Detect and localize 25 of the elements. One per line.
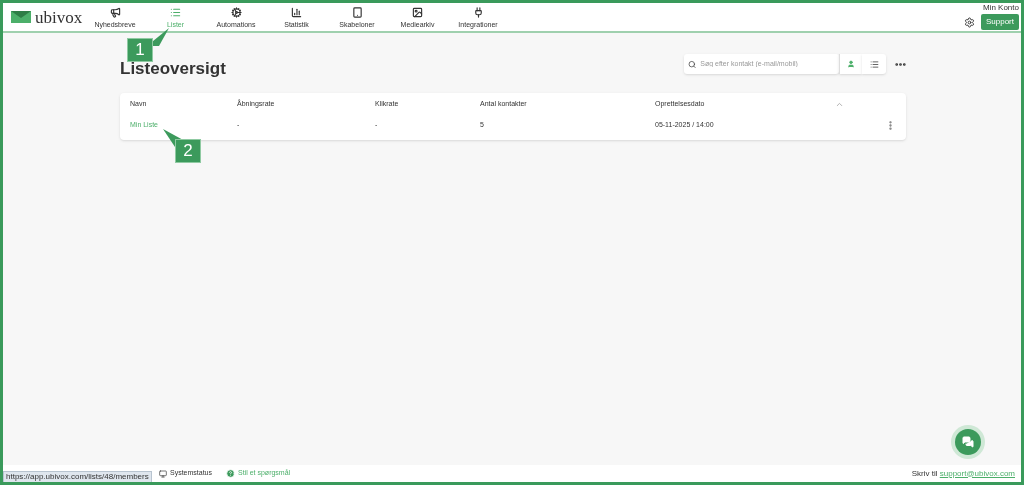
bar-chart-icon	[291, 6, 302, 18]
help-icon	[226, 469, 235, 478]
chat-icon	[962, 436, 974, 448]
account-link[interactable]: Min Konto	[982, 4, 1019, 12]
chat-button[interactable]	[955, 429, 981, 455]
search-icon	[688, 59, 697, 69]
image-icon	[412, 6, 423, 18]
list-icon	[170, 6, 181, 18]
person-icon	[847, 60, 855, 68]
plug-icon	[472, 6, 484, 18]
logo-icon	[11, 10, 31, 24]
callout-badge: 2	[175, 139, 201, 163]
support-button[interactable]: Support	[980, 14, 1019, 30]
monitor-icon	[159, 469, 167, 478]
user-settings-icon[interactable]	[963, 16, 975, 28]
gear-icon	[230, 6, 242, 18]
megaphone-icon	[109, 6, 121, 18]
tablet-icon	[351, 6, 363, 18]
callout-badge: 1	[127, 38, 153, 62]
contact-button[interactable]	[839, 54, 862, 74]
list-view-button[interactable]	[862, 54, 886, 74]
status-url-tooltip: https://app.ubivox.com/lists/48/members	[3, 471, 152, 482]
support-text: Skriv til support@ubivox.com	[911, 467, 1015, 480]
logo-text: ubivox	[35, 8, 83, 26]
list-icon	[869, 59, 879, 69]
